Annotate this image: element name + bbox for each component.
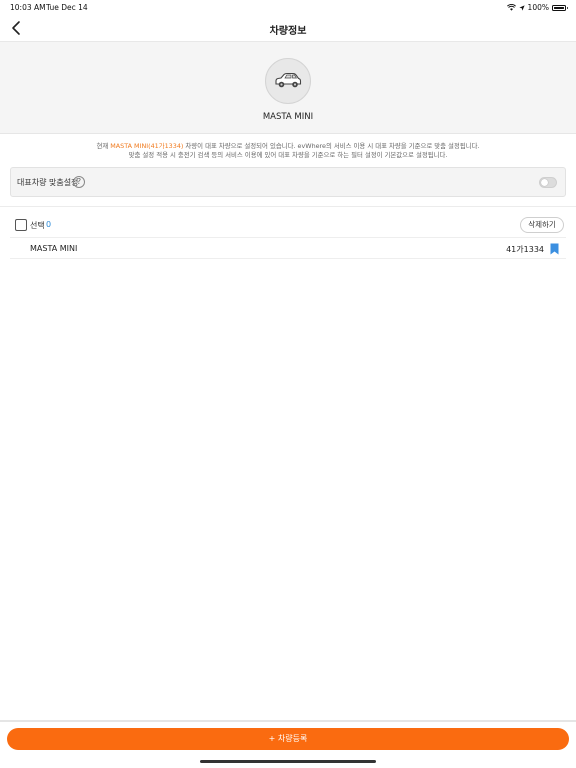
navigation-bar: 차량정보 xyxy=(0,14,576,42)
notice-line-1: 현재 MASTA MINI(41가1334) 차량이 대표 차량으로 설정되어 … xyxy=(0,142,576,151)
car-icon xyxy=(275,72,302,88)
custom-setting-toggle[interactable] xyxy=(539,177,557,188)
custom-setting-row: 대표차량 맞춤설정 ? xyxy=(10,167,566,197)
status-date: Tue Dec 14 xyxy=(46,3,88,12)
vehicle-list-item[interactable]: MASTA MINI 41가1334 xyxy=(10,237,566,259)
vehicle-item-name: MASTA MINI xyxy=(30,244,78,253)
battery-percent: 100% xyxy=(527,3,549,12)
wifi-icon xyxy=(506,4,516,11)
list-header: 선택 0 삭제하기 xyxy=(10,216,566,236)
status-time: 10:03 AM xyxy=(10,3,46,12)
status-bar: 10:03 AM Tue Dec 14 100% xyxy=(0,0,576,14)
bookmark-icon[interactable] xyxy=(550,243,559,255)
representative-vehicle-notice: 현재 MASTA MINI(41가1334) 차량이 대표 차량으로 설정되어 … xyxy=(0,142,576,160)
battery-icon xyxy=(552,4,568,11)
toggle-knob xyxy=(541,179,548,186)
help-icon[interactable]: ? xyxy=(73,176,85,188)
page-title: 차량정보 xyxy=(269,26,307,37)
vehicle-item-plate: 41가1334 xyxy=(506,245,544,254)
select-label: 선택 xyxy=(30,221,45,230)
car-avatar xyxy=(265,58,311,104)
notice-line-2: 맞춤 설정 적용 시 충전기 검색 등의 서비스 이용에 있어 대표 차량을 기… xyxy=(128,151,448,159)
location-arrow-icon xyxy=(518,4,525,11)
register-vehicle-button[interactable]: + 차량등록 xyxy=(7,728,569,750)
section-divider xyxy=(0,206,576,207)
vehicle-name: MASTA MINI xyxy=(262,112,314,122)
notice-prefix: 현재 xyxy=(96,142,111,150)
status-indicators: 100% xyxy=(506,3,568,12)
notice-suffix: 차량이 대표 차량으로 설정되어 있습니다. evWhere의 서비스 이용 시… xyxy=(183,142,480,150)
home-indicator xyxy=(200,760,376,763)
vehicle-panel: MASTA MINI xyxy=(0,42,576,134)
bottom-divider xyxy=(0,720,576,722)
delete-button[interactable]: 삭제하기 xyxy=(520,217,564,233)
select-count: 0 xyxy=(46,220,52,229)
custom-setting-label: 대표차량 맞춤설정 xyxy=(17,178,79,187)
notice-vehicle-highlight: MASTA MINI(41가1334) xyxy=(110,142,184,150)
select-all-checkbox[interactable] xyxy=(15,219,27,231)
